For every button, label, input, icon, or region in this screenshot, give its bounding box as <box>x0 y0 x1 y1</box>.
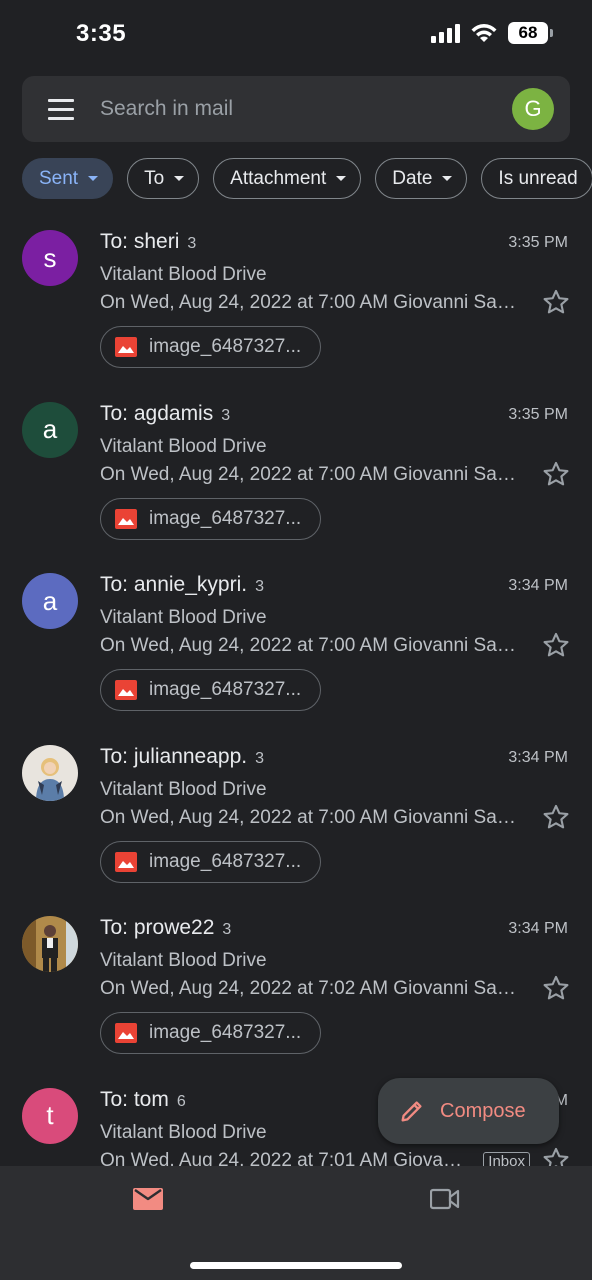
email-snippet: On Wed, Aug 24, 2022 at 7:00 AM Giovanni… <box>100 635 520 656</box>
filter-chip-sent[interactable]: Sent <box>22 158 114 199</box>
person-photo-icon <box>22 916 78 972</box>
attachment-chip[interactable]: image_6487327... <box>100 1012 321 1054</box>
email-recipient: To: prowe22 3 <box>100 916 232 939</box>
email-recipient: To: julianneарр. 3 <box>100 744 265 768</box>
thread-count: 3 <box>187 235 197 252</box>
email-subject: Vitalant Blood Drive <box>100 264 267 285</box>
chip-label: Attachment <box>230 167 327 189</box>
attachment-name: image_6487327... <box>149 679 302 700</box>
filter-chip-to[interactable]: To <box>127 158 200 199</box>
thread-count: 3 <box>255 578 264 595</box>
attachment-name: image_6487327... <box>149 1022 302 1043</box>
email-subject: Vitalant Blood Drive <box>100 778 267 800</box>
attachment-chip[interactable]: image_6487327... <box>100 669 321 711</box>
battery-icon: 68 <box>508 22 553 44</box>
menu-icon[interactable] <box>48 98 74 120</box>
compose-button[interactable]: Compose <box>378 1078 559 1144</box>
email-subject: Vitalant Blood Drive <box>100 435 267 457</box>
account-avatar[interactable]: G <box>512 88 554 130</box>
attachment-name: image_6487327... <box>149 850 302 872</box>
sender-avatar[interactable]: a <box>22 573 78 629</box>
email-subject: Vitalant Blood Drive <box>100 1121 267 1143</box>
filter-chip-attachment[interactable]: Attachment <box>213 158 362 199</box>
star-icon[interactable] <box>542 974 570 1002</box>
filter-chips: Sent To Attachment Date Is unread <box>22 158 592 199</box>
email-recipient: To: annie_kypri. 3 <box>100 573 264 596</box>
attachment-name: image_6487327... <box>149 336 302 357</box>
email-snippet: On Wed, Aug 24, 2022 at 7:00 AM Giovanni… <box>100 463 520 485</box>
attachment-chip[interactable]: image_6487327... <box>100 326 321 368</box>
attachment-chip[interactable]: image_6487327... <box>100 497 321 540</box>
email-subject: Vitalant Blood Drive <box>100 607 267 628</box>
caret-down-icon <box>88 176 99 181</box>
profile-photo-avatar[interactable] <box>22 744 78 801</box>
status-time: 3:35 <box>76 20 127 47</box>
email-time: 3:34 PM <box>508 748 568 766</box>
attachment-chip[interactable]: image_6487327... <box>100 840 321 883</box>
star-icon[interactable] <box>542 460 570 488</box>
email-row[interactable]: To: julianneарр. 3 3:34 PM Vitalant Blood… <box>0 735 592 907</box>
mail-icon[interactable] <box>133 1188 163 1210</box>
image-icon <box>115 508 137 529</box>
thread-count: 3 <box>221 406 231 424</box>
sender-avatar[interactable]: t <box>22 1087 78 1144</box>
chip-label: Is unread <box>498 167 578 189</box>
pencil-icon <box>401 1101 422 1122</box>
email-time: 3:35 PM <box>508 234 568 251</box>
star-icon[interactable] <box>542 803 570 831</box>
chip-label: Date <box>392 167 433 189</box>
status-bar: 3:35 68 <box>0 0 592 70</box>
search-bar[interactable]: Search in mail G <box>22 76 570 142</box>
search-input[interactable]: Search in mail <box>100 97 512 121</box>
chip-label: Sent <box>39 167 79 189</box>
compose-label: Compose <box>440 1099 526 1122</box>
wifi-icon <box>471 24 497 42</box>
email-recipient: To: sheri 3 <box>100 230 197 253</box>
star-icon[interactable] <box>542 288 570 316</box>
image-icon <box>115 1023 137 1043</box>
sender-avatar[interactable]: a <box>22 401 78 458</box>
caret-down-icon <box>174 176 185 181</box>
status-icons: 68 <box>431 22 553 44</box>
video-camera-icon[interactable] <box>430 1188 460 1210</box>
profile-photo-avatar[interactable] <box>22 916 78 972</box>
sender-avatar[interactable]: s <box>22 230 78 286</box>
image-icon <box>115 337 137 357</box>
email-recipient: To: tom 6 <box>100 1087 186 1111</box>
filter-chip-is-unread[interactable]: Is unread <box>481 158 592 199</box>
star-icon[interactable] <box>542 631 570 659</box>
email-recipient: To: agdamis 3 <box>100 401 231 425</box>
email-row[interactable]: a To: annie_kypri. 3 3:34 PM Vitalant Blo… <box>0 563 592 735</box>
battery-level: 68 <box>518 23 538 42</box>
cellular-signal-icon <box>431 23 460 43</box>
person-photo-icon <box>36 757 64 801</box>
email-subject: Vitalant Blood Drive <box>100 950 267 971</box>
caret-down-icon <box>336 176 347 181</box>
thread-count: 6 <box>176 1092 186 1110</box>
email-row[interactable]: s To: sheri 3 3:35 PM Vitalant Blood Driv… <box>0 220 592 392</box>
email-snippet: On Wed, Aug 24, 2022 at 7:02 AM Giovanni… <box>100 978 520 999</box>
filter-chip-date[interactable]: Date <box>375 158 468 199</box>
chip-label: To <box>144 167 165 189</box>
email-row[interactable]: a To: agdamis 3 3:35 PM Vitalant Blood Dr… <box>0 392 592 564</box>
image-icon <box>115 851 137 872</box>
email-snippet: On Wed, Aug 24, 2022 at 7:00 AM Giovanni… <box>100 806 520 828</box>
email-time: 3:34 PM <box>508 577 568 594</box>
image-icon <box>115 680 137 700</box>
email-time: 3:35 PM <box>508 405 568 423</box>
bottom-navigation <box>0 1166 592 1280</box>
thread-count: 3 <box>222 921 232 938</box>
email-time: 3:34 PM <box>508 920 568 937</box>
attachment-name: image_6487327... <box>149 507 302 529</box>
caret-down-icon <box>442 176 453 181</box>
email-row[interactable]: To: prowe22 3 3:34 PM Vitalant Blood Driv… <box>0 906 592 1078</box>
email-snippet: On Wed, Aug 24, 2022 at 7:00 AM Giovanni… <box>100 292 520 313</box>
thread-count: 3 <box>255 749 265 767</box>
home-indicator[interactable] <box>190 1262 402 1269</box>
